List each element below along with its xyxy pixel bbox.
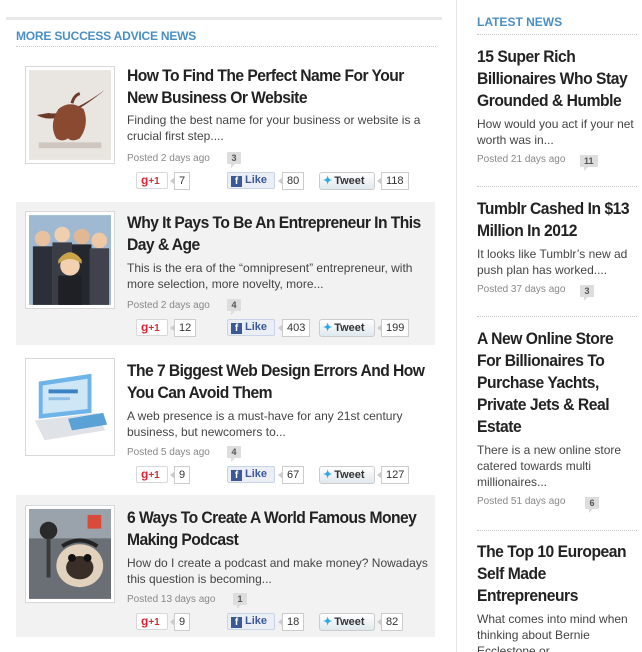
twitter-bird-icon: ✦ — [323, 322, 333, 334]
facebook-icon: f — [231, 176, 242, 187]
share-bar: g+1 9 f Like 18 ✦ Tweet 82 — [136, 613, 436, 631]
facebook-like-button[interactable]: f Like — [227, 319, 275, 336]
facebook-count: 80 — [277, 172, 305, 190]
article-item[interactable]: 6 Ways To Create A World Famous Money Ma… — [16, 495, 435, 637]
comment-count[interactable]: 6 — [585, 497, 599, 513]
posted-date: Posted 2 days ago — [127, 153, 210, 164]
share-bar: g+1 12 f Like 403 ✦ Tweet 199 — [136, 319, 436, 337]
latest-news-item[interactable]: A New Online Store For Billionaires To P… — [477, 328, 639, 513]
more-news-column: MORE SUCCESS ADVICE NEWS How To Find The… — [0, 0, 442, 652]
gplus-button[interactable]: g+1 — [136, 319, 168, 336]
comment-count[interactable]: 11 — [580, 155, 598, 171]
sidebar-divider — [477, 186, 637, 187]
article-excerpt: A web presence is a must-have for any 21… — [127, 409, 403, 439]
latest-news-sidebar: LATEST NEWS 15 Super Rich Billionaires W… — [456, 0, 642, 652]
tweet-button[interactable]: ✦ Tweet — [319, 172, 375, 190]
sidebar-divider — [477, 34, 637, 35]
article-title[interactable]: How To Find The Perfect Name For Your Ne… — [127, 65, 427, 109]
facebook-icon: f — [231, 470, 242, 481]
comment-count[interactable]: 4 — [227, 446, 241, 462]
tweet-button[interactable]: ✦ Tweet — [319, 319, 375, 337]
article-excerpt: This is the era of the “omnipresent” ent… — [127, 261, 413, 291]
facebook-count: 67 — [277, 466, 305, 484]
tweet-count: 82 — [376, 613, 404, 631]
article-item[interactable]: How To Find The Perfect Name For Your Ne… — [16, 62, 435, 205]
facebook-count: 403 — [277, 319, 311, 337]
share-bar: g+1 7 f Like 80 ✦ Tweet 118 — [136, 172, 436, 190]
latest-news-excerpt: There is a new online store catered towa… — [477, 443, 622, 489]
posted-date: Posted 13 days ago — [127, 594, 216, 605]
gplus-count: 7 — [169, 172, 191, 190]
article-title[interactable]: 6 Ways To Create A World Famous Money Ma… — [127, 507, 427, 551]
article-excerpt: Finding the best name for your business … — [127, 113, 421, 143]
article-title[interactable]: Why It Pays To Be An Entrepreneur In Thi… — [127, 212, 427, 256]
latest-news-excerpt: How would you act if your net worth was … — [477, 117, 634, 147]
latest-news-item[interactable]: Tumblr Cashed In $13 Million In 2012 It … — [477, 198, 639, 301]
comment-count[interactable]: 4 — [227, 299, 241, 315]
latest-news-excerpt: What comes into mind when thinking about… — [477, 612, 628, 652]
apple-nike-logo-image — [29, 70, 111, 160]
facebook-count: 18 — [277, 613, 305, 631]
latest-news-headline[interactable]: 15 Super Rich Billionaires Who Stay Grou… — [477, 46, 639, 112]
latest-news-item[interactable]: 15 Super Rich Billionaires Who Stay Grou… — [477, 46, 639, 171]
facebook-like-button[interactable]: f Like — [227, 466, 275, 483]
latest-news-item[interactable]: The Top 10 European Self Made Entreprene… — [477, 541, 639, 652]
twitter-bird-icon: ✦ — [323, 469, 333, 481]
posted-date: Posted 21 days ago 11 — [477, 154, 639, 171]
gplus-count: 9 — [169, 466, 191, 484]
article-title[interactable]: The 7 Biggest Web Design Errors And How … — [127, 360, 427, 404]
top-divider — [6, 17, 442, 20]
gplus-count: 12 — [169, 319, 197, 337]
article-item[interactable]: Why It Pays To Be An Entrepreneur In Thi… — [16, 202, 435, 345]
section-title: MORE SUCCESS ADVICE NEWS — [16, 29, 197, 43]
podcast-dog-image — [29, 509, 111, 599]
posted-date: Posted 51 days ago 6 — [477, 496, 639, 513]
tweet-count: 118 — [377, 172, 409, 190]
comment-count[interactable]: 3 — [580, 285, 594, 301]
tweet-button[interactable]: ✦ Tweet — [319, 466, 375, 484]
posted-date: Posted 37 days ago 3 — [477, 284, 639, 301]
posted-date: Posted 2 days ago — [127, 300, 210, 311]
twitter-bird-icon: ✦ — [323, 175, 333, 187]
section-divider — [16, 46, 436, 47]
article-thumbnail[interactable] — [25, 505, 115, 603]
article-item[interactable]: The 7 Biggest Web Design Errors And How … — [16, 350, 435, 493]
tweet-count: 199 — [376, 319, 410, 337]
gplus-button[interactable]: g+1 — [136, 466, 168, 483]
article-excerpt: How do I create a podcast and make money… — [127, 556, 428, 586]
facebook-like-button[interactable]: f Like — [227, 172, 275, 189]
gplus-button[interactable]: g+1 — [136, 613, 168, 630]
twitter-bird-icon: ✦ — [323, 616, 333, 628]
sidebar-divider — [477, 530, 637, 531]
latest-news-title: LATEST NEWS — [477, 15, 563, 29]
gplus-button[interactable]: g+1 — [136, 172, 168, 189]
tweet-count: 127 — [376, 466, 410, 484]
posted-date: Posted 5 days ago — [127, 447, 210, 458]
article-thumbnail[interactable] — [25, 66, 115, 164]
share-bar: g+1 9 f Like 67 ✦ Tweet 127 — [136, 466, 436, 484]
facebook-icon: f — [231, 323, 242, 334]
facebook-like-button[interactable]: f Like — [227, 613, 275, 630]
article-thumbnail[interactable] — [25, 358, 115, 456]
latest-news-excerpt: It looks like Tumblr’s new ad push plan … — [477, 247, 628, 277]
facebook-icon: f — [231, 617, 242, 628]
comment-count[interactable]: 3 — [227, 152, 241, 168]
web-devices-image — [29, 362, 111, 452]
latest-news-headline[interactable]: Tumblr Cashed In $13 Million In 2012 — [477, 198, 639, 242]
latest-news-headline[interactable]: The Top 10 European Self Made Entreprene… — [477, 541, 639, 607]
gplus-count: 9 — [169, 613, 191, 631]
business-people-image — [29, 215, 111, 305]
tweet-button[interactable]: ✦ Tweet — [319, 613, 375, 631]
sidebar-divider — [477, 316, 637, 317]
article-thumbnail[interactable] — [25, 211, 115, 309]
comment-count[interactable]: 1 — [233, 593, 247, 609]
latest-news-headline[interactable]: A New Online Store For Billionaires To P… — [477, 328, 639, 438]
